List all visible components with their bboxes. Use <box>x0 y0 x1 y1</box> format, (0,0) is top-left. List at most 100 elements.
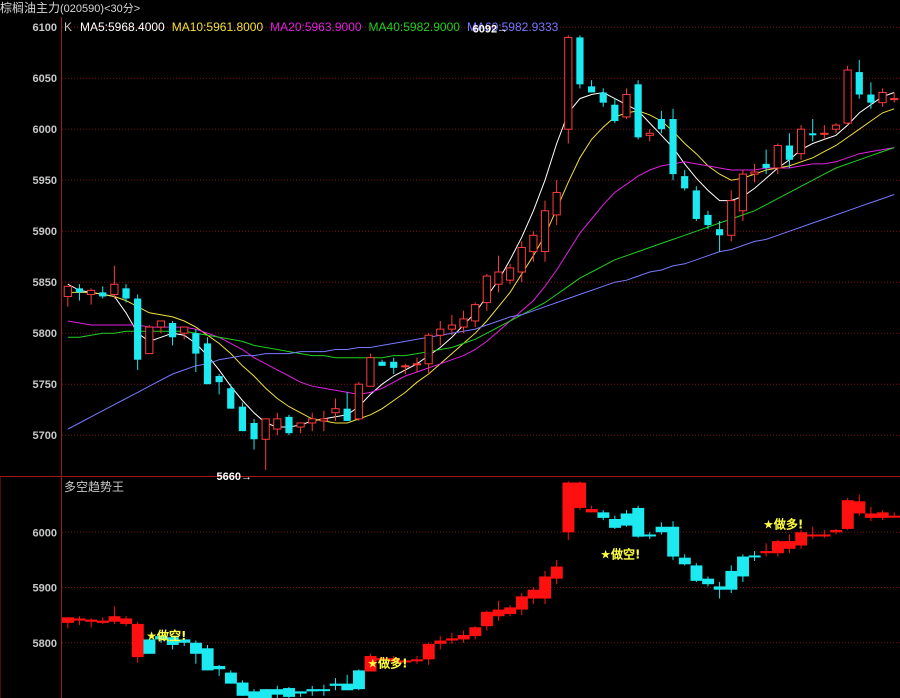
candle[interactable] <box>831 123 841 134</box>
candle[interactable] <box>319 410 328 432</box>
candle[interactable] <box>576 35 584 89</box>
candle[interactable] <box>517 241 526 283</box>
candle[interactable] <box>203 337 212 385</box>
trend-bar <box>702 576 715 587</box>
candle[interactable] <box>436 320 445 346</box>
trend-bar <box>713 581 726 599</box>
candle-body <box>215 376 223 383</box>
candle[interactable] <box>785 133 794 168</box>
trend-body <box>62 617 74 623</box>
candle[interactable] <box>412 357 422 372</box>
candle[interactable] <box>540 200 550 262</box>
candle[interactable] <box>727 190 736 242</box>
candle[interactable] <box>796 125 806 160</box>
candle[interactable] <box>634 80 642 140</box>
candle[interactable] <box>494 255 503 293</box>
candle-body <box>168 323 177 338</box>
trend-body <box>434 640 447 644</box>
candle[interactable] <box>354 382 363 421</box>
candle[interactable] <box>669 108 677 181</box>
candle[interactable] <box>599 88 607 107</box>
trend-body <box>248 691 261 698</box>
candle-body <box>878 91 887 104</box>
candle[interactable] <box>738 170 747 221</box>
candle-body <box>704 214 712 226</box>
legend-k-label: K <box>64 20 72 34</box>
trend-body <box>783 541 796 549</box>
trend-body <box>876 512 889 518</box>
candle[interactable] <box>843 65 852 126</box>
candle[interactable] <box>611 98 619 124</box>
candle[interactable] <box>692 186 700 221</box>
candle[interactable] <box>552 180 561 226</box>
trend-bar <box>748 551 761 561</box>
candle[interactable] <box>75 284 84 301</box>
candle[interactable] <box>227 384 235 409</box>
candle[interactable] <box>890 92 899 103</box>
candle[interactable] <box>238 402 247 432</box>
candle[interactable] <box>564 35 573 144</box>
trend-bar <box>434 636 447 650</box>
candle[interactable] <box>715 221 724 252</box>
candle-body <box>401 365 410 368</box>
candle[interactable] <box>505 263 515 285</box>
candle[interactable] <box>134 294 142 370</box>
candle[interactable] <box>366 353 375 387</box>
candle-body <box>390 361 398 368</box>
candle[interactable] <box>622 88 631 119</box>
candle[interactable] <box>471 302 480 328</box>
candle[interactable] <box>390 357 398 374</box>
candle[interactable] <box>809 119 817 142</box>
extreme-label: 5660→ <box>217 471 252 483</box>
candle[interactable] <box>285 414 293 436</box>
candle[interactable] <box>482 274 491 311</box>
candle[interactable] <box>86 288 96 305</box>
candle[interactable] <box>529 231 538 262</box>
candle[interactable] <box>587 80 596 93</box>
candle[interactable] <box>273 412 282 436</box>
candle[interactable] <box>378 359 386 366</box>
candle[interactable] <box>296 422 305 434</box>
candle[interactable] <box>343 392 351 421</box>
trend-body <box>806 534 819 537</box>
candle[interactable] <box>447 314 457 336</box>
trend-bar <box>562 481 575 540</box>
candle[interactable] <box>867 82 875 109</box>
trend-bar <box>888 512 900 518</box>
trend-body <box>667 526 680 557</box>
candle[interactable] <box>250 418 258 450</box>
chart-area[interactable]: ★做空! ★做多! ★做空! ★做多! 多空趋势王 5700 5750 5800 5850 59… <box>0 17 900 698</box>
trend-bar <box>411 656 424 664</box>
candle[interactable] <box>657 110 666 134</box>
candle[interactable] <box>681 170 689 191</box>
trend-body <box>585 509 598 513</box>
candle[interactable] <box>750 163 759 183</box>
legend-ma40: MA40:5982.9000 <box>369 20 461 34</box>
candle-body <box>145 326 154 355</box>
candle[interactable] <box>145 325 154 355</box>
ma-line-ma10 <box>67 108 895 424</box>
trend-body <box>620 513 633 526</box>
candle[interactable] <box>168 320 177 346</box>
candle[interactable] <box>99 286 107 299</box>
trend-body <box>120 618 133 624</box>
candle[interactable] <box>645 129 654 142</box>
candle-body <box>494 271 503 285</box>
trend-bar <box>422 642 435 665</box>
trend-body <box>841 500 854 529</box>
trend-body <box>294 691 307 694</box>
candle-body <box>227 388 235 409</box>
lower-panel-title: 多空趋势王 <box>64 480 124 494</box>
candle[interactable] <box>820 125 829 140</box>
candle[interactable] <box>878 88 887 107</box>
trend-bar <box>760 543 773 557</box>
candle[interactable] <box>459 310 468 334</box>
candle[interactable] <box>308 412 317 432</box>
candle[interactable] <box>261 418 270 470</box>
candle[interactable] <box>63 285 72 307</box>
trend-bar <box>737 554 749 582</box>
candle[interactable] <box>855 59 863 99</box>
candle-body <box>471 304 480 322</box>
candle[interactable] <box>773 143 782 175</box>
candle[interactable] <box>424 333 433 374</box>
